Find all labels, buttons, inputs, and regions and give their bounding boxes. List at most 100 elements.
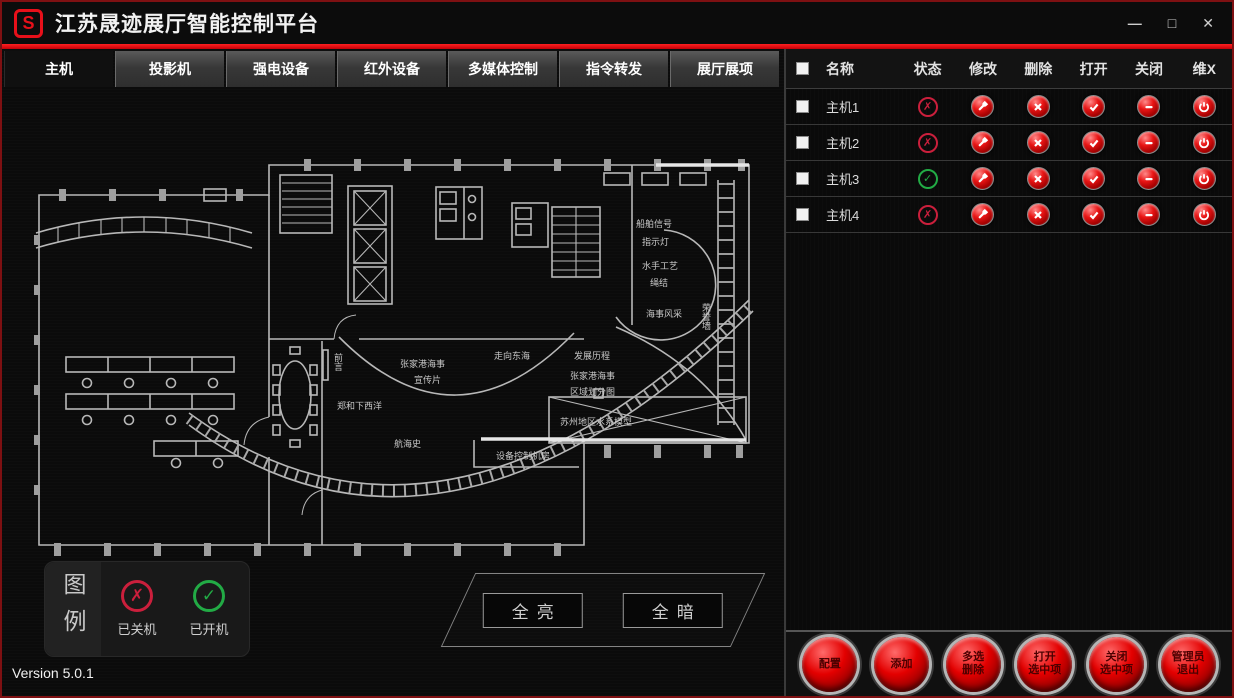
plan-label-suzhou-water: 苏州地区水系模型 — [560, 416, 632, 427]
close-icon[interactable]: ✕ — [1202, 16, 1214, 30]
power-icon — [1198, 209, 1210, 221]
delete-button[interactable] — [1027, 95, 1050, 118]
tab-power-devices[interactable]: 强电设备 — [226, 51, 335, 87]
close-button[interactable] — [1137, 167, 1160, 190]
modify-button[interactable] — [971, 131, 994, 154]
close-button[interactable] — [1137, 203, 1160, 226]
wrench-icon — [976, 100, 989, 113]
tab-projector[interactable]: 投影机 — [115, 51, 224, 87]
status-icon — [918, 133, 938, 153]
col-status: 状态 — [900, 59, 955, 79]
configure-button[interactable]: 配置 — [802, 637, 857, 692]
x-icon — [1032, 101, 1044, 113]
tab-host[interactable]: 主机 — [4, 51, 113, 87]
device-panel: 名称 状态 修改 删除 打开 关闭 维X 主机1 主机 — [786, 49, 1232, 696]
table-row: 主机3 — [786, 161, 1232, 197]
row-checkbox[interactable] — [796, 100, 809, 113]
add-button[interactable]: 添加 — [874, 637, 929, 692]
delete-button[interactable] — [1027, 203, 1050, 226]
legend-on-label: 已开机 — [189, 619, 228, 638]
version-label: Version 5.0.1 — [12, 665, 94, 681]
delete-button[interactable] — [1027, 167, 1050, 190]
plan-label-promo-2: 宣传片 — [414, 374, 441, 385]
close-selected-button[interactable]: 关闭选中项 — [1089, 637, 1144, 692]
plan-label-development: 发展历程 — [574, 350, 610, 361]
col-delete: 删除 — [1011, 59, 1066, 79]
wrench-icon — [976, 136, 989, 149]
minus-icon — [1143, 101, 1155, 113]
x-icon — [1032, 209, 1044, 221]
plan-label-honor-wall: 荣誉墙 — [701, 302, 711, 331]
minus-icon — [1143, 137, 1155, 149]
power-icon — [1198, 137, 1210, 149]
col-name: 名称 — [826, 59, 900, 79]
plan-label-east-sea: 走向东海 — [494, 350, 530, 361]
tab-bar: 主机 投影机 强电设备 红外设备 多媒体控制 指令转发 展厅展项 — [2, 49, 784, 87]
plan-label-foreword: 前言 — [333, 352, 343, 372]
minus-icon — [1143, 173, 1155, 185]
tab-multimedia-control[interactable]: 多媒体控制 — [448, 51, 557, 87]
plan-label-sailor-craft-2: 绳结 — [650, 277, 668, 288]
plan-label-ship-signal-1: 船舶信号 — [636, 218, 672, 229]
table-row: 主机1 — [786, 89, 1232, 125]
power-button[interactable] — [1193, 95, 1216, 118]
tab-command-forward[interactable]: 指令转发 — [559, 51, 668, 87]
status-icon — [918, 97, 938, 117]
floorplan-panel: 主机 投影机 强电设备 红外设备 多媒体控制 指令转发 展厅展项 — [2, 49, 786, 696]
table-row: 主机4 — [786, 197, 1232, 233]
all-bright-button[interactable]: 全亮 — [483, 593, 583, 628]
power-button[interactable] — [1193, 203, 1216, 226]
device-name: 主机3 — [826, 169, 900, 188]
table-empty-area — [786, 233, 1232, 630]
open-button[interactable] — [1082, 131, 1105, 154]
delete-button[interactable] — [1027, 131, 1050, 154]
tab-infrared-devices[interactable]: 红外设备 — [337, 51, 446, 87]
all-dark-button[interactable]: 全暗 — [623, 593, 723, 628]
plan-label-district-2: 区域划分图 — [570, 386, 615, 397]
row-checkbox[interactable] — [796, 172, 809, 185]
plan-label-zhenghe: 郑和下西洋 — [337, 400, 382, 411]
col-modify: 修改 — [955, 59, 1010, 79]
col-power: 维X — [1177, 59, 1232, 79]
legend-item-off: 已关机 — [101, 580, 173, 638]
app-logo-icon: S — [14, 9, 43, 38]
col-close: 关闭 — [1121, 59, 1176, 79]
power-button[interactable] — [1193, 131, 1216, 154]
x-icon — [1032, 173, 1044, 185]
powered-on-icon — [193, 580, 225, 612]
power-icon — [1198, 101, 1210, 113]
modify-button[interactable] — [971, 95, 994, 118]
modify-button[interactable] — [971, 167, 994, 190]
power-button[interactable] — [1193, 167, 1216, 190]
open-button[interactable] — [1082, 203, 1105, 226]
plan-label-promo-1: 张家港海事 — [400, 358, 445, 369]
admin-logout-button[interactable]: 管理员退出 — [1161, 637, 1216, 692]
row-checkbox[interactable] — [796, 208, 809, 221]
check-icon — [1088, 137, 1100, 149]
plan-label-equipment-room: 设备控制机房 — [496, 450, 550, 461]
table-row: 主机2 — [786, 125, 1232, 161]
maximize-icon[interactable]: □ — [1168, 16, 1176, 30]
minimize-icon[interactable]: — — [1128, 16, 1142, 30]
minus-icon — [1143, 209, 1155, 221]
modify-button[interactable] — [971, 203, 994, 226]
open-button[interactable] — [1082, 167, 1105, 190]
power-icon — [1198, 173, 1210, 185]
device-name: 主机2 — [826, 133, 900, 152]
check-icon — [1088, 173, 1100, 185]
app-title: 江苏晟迹展厅智能控制平台 — [55, 8, 319, 38]
select-all-checkbox[interactable] — [796, 62, 809, 75]
status-icon — [918, 205, 938, 225]
x-icon — [1032, 137, 1044, 149]
logo-letter: S — [22, 14, 34, 32]
table-header: 名称 状态 修改 删除 打开 关闭 维X — [786, 49, 1232, 89]
tab-exhibit-items[interactable]: 展厅展项 — [670, 51, 779, 87]
close-button[interactable] — [1137, 95, 1160, 118]
open-button[interactable] — [1082, 95, 1105, 118]
close-button[interactable] — [1137, 131, 1160, 154]
plan-label-maritime-history: 航海史 — [394, 438, 421, 449]
multi-delete-button[interactable]: 多选删除 — [946, 637, 1001, 692]
app-window: S 江苏晟迹展厅智能控制平台 — □ ✕ 主机 投影机 强电设备 红外设备 多媒… — [0, 0, 1234, 698]
row-checkbox[interactable] — [796, 136, 809, 149]
open-selected-button[interactable]: 打开选中项 — [1017, 637, 1072, 692]
